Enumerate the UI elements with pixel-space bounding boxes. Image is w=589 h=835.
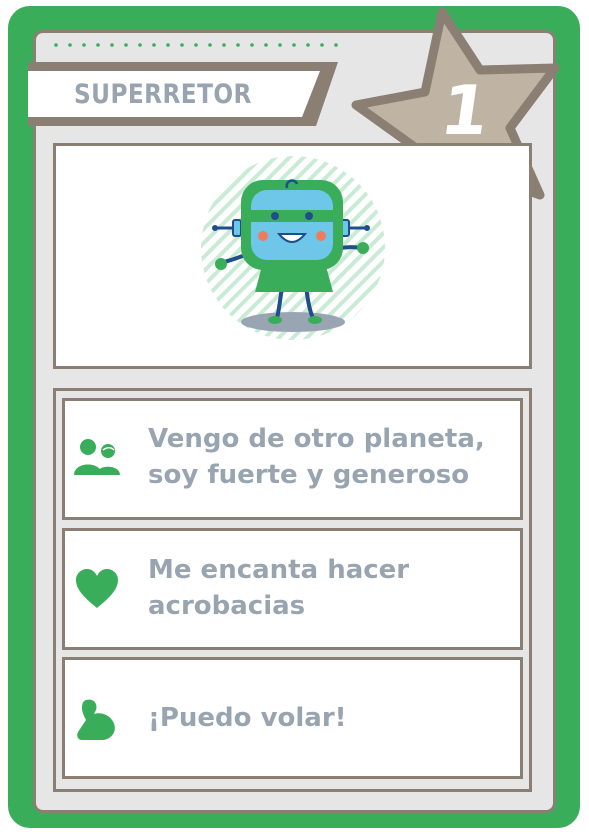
heart-icon xyxy=(70,562,124,616)
dotted-line xyxy=(54,43,338,47)
trait-text-power: ¡Puedo volar! xyxy=(148,700,518,736)
people-icon xyxy=(70,430,124,484)
trait-line: acrobacias xyxy=(148,591,306,621)
trait-line: Me encanta hacer xyxy=(148,555,410,585)
card-title: SUPERRETOR xyxy=(74,79,252,110)
robot-illustration xyxy=(201,156,385,340)
flexed-arm-icon xyxy=(70,692,124,746)
trait-text-origin: Vengo de otro planeta, soy fuerte y gene… xyxy=(148,421,518,493)
trait-line: Vengo de otro planeta, xyxy=(148,424,485,454)
trait-text-hobby: Me encanta hacer acrobacias xyxy=(148,552,518,624)
card-number: 1 xyxy=(435,72,495,151)
trait-line: ¡Puedo volar! xyxy=(148,703,347,733)
trait-line: soy fuerte y generoso xyxy=(148,460,470,490)
